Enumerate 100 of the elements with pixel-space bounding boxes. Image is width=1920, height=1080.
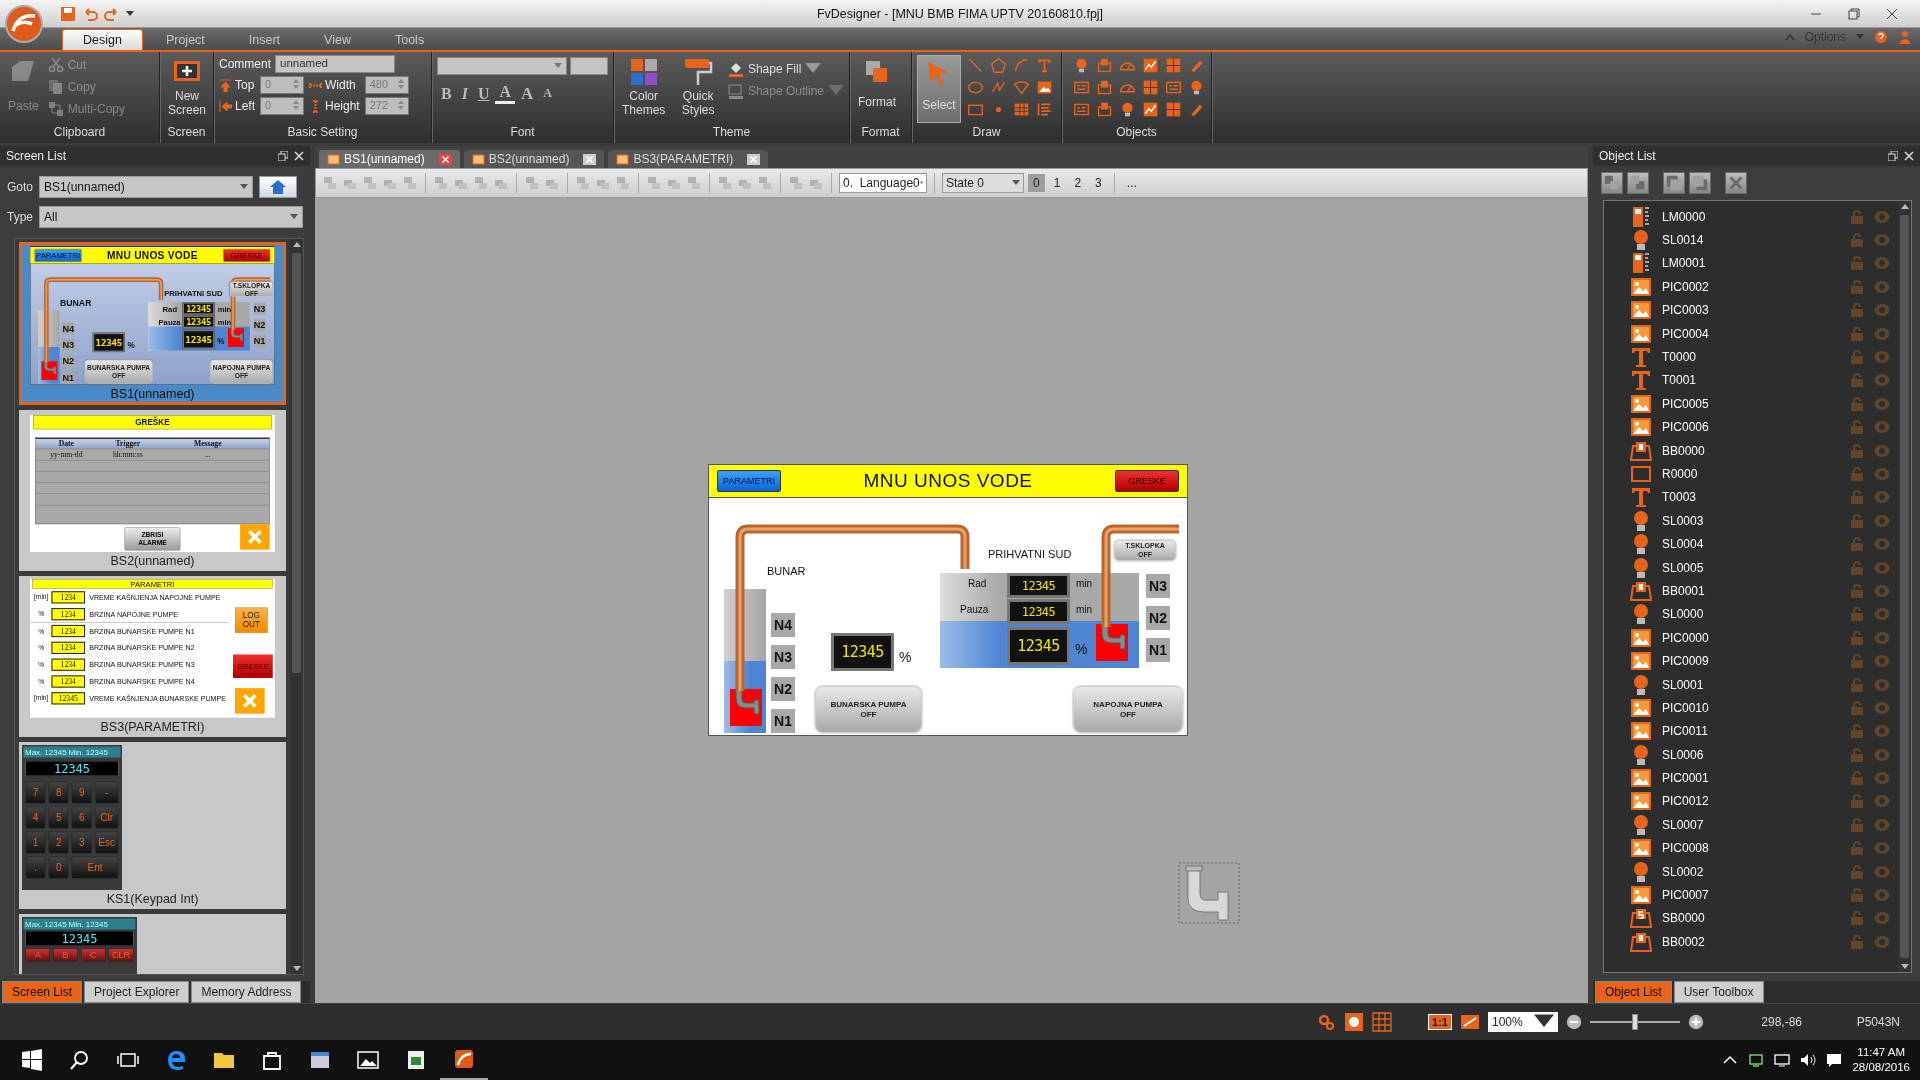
keypad-key[interactable]: 8 xyxy=(48,781,69,804)
object-name[interactable]: PIC0008 xyxy=(1662,841,1840,856)
lock-icon[interactable] xyxy=(1850,560,1864,575)
ribbon-tab[interactable]: Tools xyxy=(373,29,446,50)
list-tool-icon[interactable] xyxy=(1036,101,1053,118)
eye-icon[interactable] xyxy=(1874,911,1890,926)
quick-styles-button[interactable]: Quick Styles xyxy=(674,55,722,119)
ribbon-tab[interactable]: Project xyxy=(144,29,226,50)
panel-tab[interactable]: Screen List xyxy=(2,981,83,1003)
text-tool-icon[interactable] xyxy=(1036,57,1053,74)
align-tool-icon[interactable] xyxy=(473,175,489,191)
scroll-down-icon[interactable] xyxy=(292,966,301,971)
bring-to-front-icon[interactable] xyxy=(1663,172,1685,194)
lock-icon[interactable] xyxy=(1850,747,1864,762)
bring-forward-icon[interactable] xyxy=(1601,172,1623,194)
align-tool-icon[interactable] xyxy=(686,175,702,191)
zoom-slider-thumb[interactable] xyxy=(1632,1014,1638,1030)
keypad-key[interactable]: 9 xyxy=(71,781,92,804)
object-name[interactable]: T0000 xyxy=(1662,350,1840,365)
eye-icon[interactable] xyxy=(1874,747,1890,762)
comment-field[interactable]: unnamed xyxy=(275,55,395,73)
scroll-up-icon[interactable] xyxy=(1900,204,1909,209)
keypad-key[interactable]: Ent xyxy=(71,856,119,879)
eye-icon[interactable] xyxy=(1874,841,1890,856)
eye-icon[interactable] xyxy=(1874,724,1890,739)
keypad-key[interactable]: 2 xyxy=(48,831,69,854)
font-size-field[interactable] xyxy=(570,57,608,75)
object-name[interactable]: PIC0011 xyxy=(1662,724,1840,739)
align-tool-icon[interactable] xyxy=(322,175,338,191)
table-tool-icon[interactable] xyxy=(1013,101,1030,118)
help-icon[interactable] xyxy=(1874,30,1888,44)
ellipse-tool-icon[interactable] xyxy=(967,79,984,96)
align-tool-icon[interactable] xyxy=(615,175,631,191)
actual-size-button[interactable]: 1:1 xyxy=(1428,1014,1452,1030)
object-name[interactable]: PIC0004 xyxy=(1662,326,1840,341)
display-object-icon[interactable] xyxy=(1073,101,1090,118)
object-name[interactable]: SL0001 xyxy=(1662,677,1840,692)
lock-icon[interactable] xyxy=(1850,373,1864,388)
panel-tab[interactable]: User Toolbox xyxy=(1673,981,1764,1003)
keypad-key[interactable]: 6 xyxy=(71,806,92,829)
app-logo-icon[interactable] xyxy=(4,4,44,44)
document-tab[interactable]: BS1(unnamed) xyxy=(319,150,460,168)
shape-fill-button[interactable]: Shape Fill xyxy=(727,59,844,79)
align-tool-icon[interactable] xyxy=(646,175,662,191)
light-bulb-object-icon[interactable] xyxy=(1188,79,1205,96)
lock-icon[interactable] xyxy=(1850,443,1864,458)
person-icon[interactable] xyxy=(1898,30,1912,44)
ribbon-tab[interactable]: Design xyxy=(62,29,143,50)
spreadsheet-app-icon[interactable] xyxy=(405,1049,427,1071)
keypad-key[interactable]: 4 xyxy=(25,806,46,829)
lock-icon[interactable] xyxy=(1850,654,1864,669)
fit-window-icon[interactable] xyxy=(1460,1012,1480,1032)
object-name[interactable]: SL0014 xyxy=(1662,233,1840,248)
eye-icon[interactable] xyxy=(1874,279,1890,294)
object-name[interactable]: PIC0007 xyxy=(1662,888,1840,902)
object-name[interactable]: PIC0002 xyxy=(1662,279,1840,294)
scroll-down-icon[interactable] xyxy=(1900,964,1909,969)
lock-icon[interactable] xyxy=(1850,256,1864,271)
lock-icon[interactable] xyxy=(1850,537,1864,552)
window-app-icon[interactable] xyxy=(309,1049,331,1071)
eye-icon[interactable] xyxy=(1874,654,1890,669)
object-name[interactable]: PIC0006 xyxy=(1662,420,1840,435)
object-name[interactable]: PIC0009 xyxy=(1662,654,1840,669)
object-name[interactable]: LM0001 xyxy=(1662,256,1840,271)
pipe-elbow-drawing[interactable] xyxy=(1178,862,1240,924)
eye-icon[interactable] xyxy=(1874,607,1890,622)
eye-icon[interactable] xyxy=(1874,888,1890,902)
lock-icon[interactable] xyxy=(1850,490,1864,505)
lock-icon[interactable] xyxy=(1850,467,1864,481)
language-dropdown[interactable]: 0. Language0 xyxy=(839,173,927,193)
font-color-button[interactable]: A xyxy=(495,83,516,104)
display-object-icon[interactable] xyxy=(1073,79,1090,96)
send-to-back-icon[interactable] xyxy=(1689,172,1711,194)
align-tool-icon[interactable] xyxy=(524,175,540,191)
lock-icon[interactable] xyxy=(1850,279,1864,294)
new-screen-button[interactable]: New Screen xyxy=(165,55,210,119)
grid-object-icon[interactable] xyxy=(1165,101,1182,118)
close-button[interactable] xyxy=(235,688,265,714)
search-icon[interactable] xyxy=(69,1049,91,1071)
ribbon-tab[interactable]: Insert xyxy=(227,29,302,50)
object-name[interactable]: T0003 xyxy=(1662,490,1840,505)
align-tool-icon[interactable] xyxy=(788,175,804,191)
logout-button[interactable]: LOG OUT xyxy=(235,607,268,634)
pentagon-tool-icon[interactable] xyxy=(990,57,1007,74)
state-button[interactable]: 1 xyxy=(1048,174,1066,192)
app-logo-icon[interactable] xyxy=(453,1048,475,1070)
eye-icon[interactable] xyxy=(1874,467,1890,481)
light-bulb-object-icon[interactable] xyxy=(1119,101,1136,118)
state-dropdown[interactable]: State 0 xyxy=(942,173,1024,193)
panel-tab[interactable]: Object List xyxy=(1595,981,1672,1003)
redo-icon[interactable] xyxy=(104,6,120,22)
object-name[interactable]: SL0003 xyxy=(1662,513,1840,528)
lock-icon[interactable] xyxy=(1850,794,1864,809)
delete-icon[interactable] xyxy=(1725,172,1747,194)
eye-icon[interactable] xyxy=(1874,677,1890,692)
grow-font-button[interactable]: A xyxy=(517,83,538,104)
arc-tool-icon[interactable] xyxy=(1013,57,1030,74)
eye-icon[interactable] xyxy=(1874,513,1890,528)
lock-icon[interactable] xyxy=(1850,630,1864,645)
align-tool-icon[interactable] xyxy=(757,175,773,191)
